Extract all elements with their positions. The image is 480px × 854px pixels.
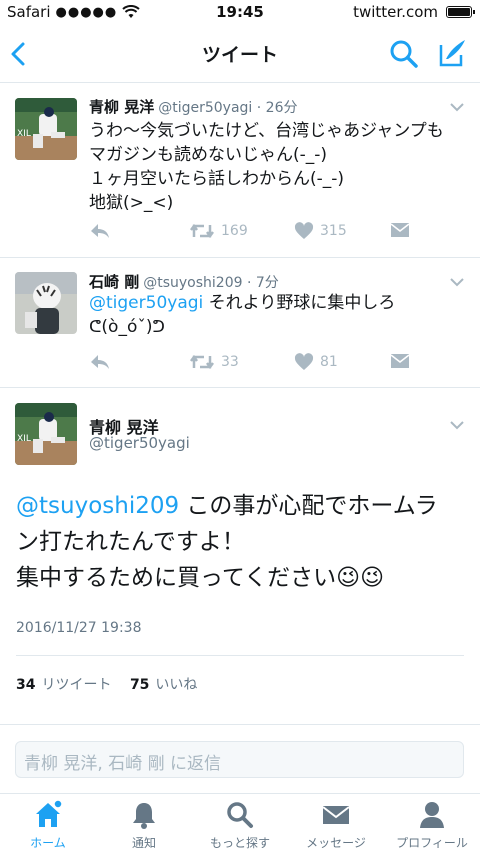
- bell-icon: [133, 803, 155, 829]
- compose-icon[interactable]: [436, 37, 468, 69]
- avatar[interactable]: [15, 272, 77, 334]
- tweet-text-line: マガジンも読めないじゃん(-_-): [89, 145, 328, 165]
- avatar[interactable]: XIL: [15, 403, 77, 465]
- svg-text:XIL: XIL: [17, 129, 31, 139]
- envelope-icon: [390, 354, 410, 368]
- retweet-button[interactable]: 169: [189, 222, 248, 240]
- tab-home[interactable]: ホーム: [0, 800, 96, 851]
- retweet-total[interactable]: 34: [16, 677, 35, 693]
- divider: [16, 655, 464, 656]
- tweet-text-span: それより野球に集中しろ: [203, 293, 396, 313]
- tweet-text-line: うわ〜今気づいたけど、台湾じゃあジャンプも: [89, 121, 444, 141]
- tab-explore[interactable]: もっと探す: [192, 800, 288, 851]
- tweet-text-line: @tsuyoshi209 この事が心配でホームラ: [16, 488, 466, 524]
- tweet-timestamp: 2016/11/27 19:38: [16, 620, 142, 636]
- like-count: 81: [320, 354, 338, 370]
- retweet-icon: [190, 223, 214, 239]
- like-label[interactable]: いいね: [155, 677, 197, 693]
- reply-icon: [91, 224, 109, 238]
- tab-label: 通知: [131, 836, 156, 850]
- tab-messages[interactable]: メッセージ: [288, 800, 384, 851]
- tab-label: メッセージ: [306, 836, 366, 850]
- tweet-text-line: 地獄(>_<): [89, 193, 174, 213]
- envelope-icon: [322, 806, 350, 824]
- like-count: 315: [320, 223, 347, 239]
- tab-label: ホーム: [30, 836, 66, 850]
- tweet-text-line: １ヶ月空いたら話しわからん(-_-): [89, 169, 345, 189]
- dm-button[interactable]: [390, 353, 410, 369]
- tab-notifications[interactable]: 通知: [96, 800, 192, 851]
- tweet-stats: 34 リツイート 75 いいね: [16, 674, 197, 694]
- like-button[interactable]: 81: [294, 353, 338, 371]
- home-icon: [36, 800, 63, 827]
- divider: [0, 724, 480, 725]
- search-icon[interactable]: [388, 38, 420, 70]
- retweet-button[interactable]: 33: [189, 353, 239, 371]
- chevron-down-icon[interactable]: [449, 274, 465, 290]
- heart-icon: [294, 353, 314, 370]
- tweet-author-name[interactable]: 青柳 晃洋: [89, 98, 154, 116]
- reply-button[interactable]: [89, 353, 111, 371]
- tweet-text-span: この事が心配でホームラ: [179, 493, 438, 519]
- tab-label: もっと探す: [209, 836, 270, 850]
- tweet-text-line: 集中するために買ってください😉😉: [16, 565, 385, 591]
- reply-button[interactable]: [89, 222, 111, 240]
- tweet-author-name[interactable]: 石崎 剛: [89, 273, 139, 291]
- like-total[interactable]: 75: [130, 677, 149, 693]
- tweet[interactable]: 石崎 剛 @tsuyoshi209 · 7分 @tiger50yagi それより野…: [0, 258, 480, 388]
- tab-profile[interactable]: プロフィール: [384, 800, 480, 851]
- tweet-text: @tiger50yagi それより野球に集中しろ ᕦ(ò_óˇ)ᕤ: [89, 291, 460, 339]
- chevron-down-icon[interactable]: [449, 417, 465, 433]
- chevron-down-icon[interactable]: [449, 99, 465, 115]
- tweet-author-handle: @tsuyoshi209 · 7分: [143, 275, 279, 291]
- tweet-author-handle: @tiger50yagi · 26分: [158, 100, 298, 116]
- retweet-count: 33: [221, 354, 239, 370]
- person-icon: [420, 802, 444, 828]
- like-button[interactable]: 315: [294, 222, 347, 240]
- search-icon: [227, 802, 253, 828]
- detail-tweet-text: @tsuyoshi209 この事が心配でホームラ ン打たれたんですよ！ 集中する…: [16, 488, 466, 596]
- envelope-icon: [390, 223, 410, 237]
- tweet-text-line: ン打たれたんですよ！: [16, 529, 245, 555]
- battery-icon: [446, 6, 475, 18]
- dm-button[interactable]: [390, 222, 410, 238]
- tab-bar: ホーム 通知 もっと探す メッセージ プロフィール: [0, 793, 480, 854]
- detail-author-handle[interactable]: @tiger50yagi: [89, 434, 190, 452]
- tweet[interactable]: XIL 青柳 晃洋 @tiger50yagi · 26分 うわ〜今気づいたけど、台…: [0, 83, 480, 258]
- nav-bar: ツイート: [0, 26, 480, 83]
- status-bar: Safari ●●●●● 19:45 twitter.com: [0, 0, 480, 26]
- heart-icon: [294, 222, 314, 239]
- avatar[interactable]: XIL: [15, 98, 77, 160]
- tweet-text: うわ〜今気づいたけど、台湾じゃあジャンプも マガジンも読めないじゃん(-_-) …: [89, 119, 460, 215]
- tab-label: プロフィール: [396, 836, 468, 850]
- tweet-text-line: @tiger50yagi それより野球に集中しろ: [89, 291, 460, 315]
- mention-link[interactable]: @tsuyoshi209: [16, 493, 179, 519]
- tweet-text-line: ᕦ(ò_óˇ)ᕤ: [89, 317, 165, 337]
- retweet-count: 169: [221, 223, 248, 239]
- reply-icon: [91, 355, 109, 369]
- svg-text:XIL: XIL: [17, 434, 31, 444]
- mention-link[interactable]: @tiger50yagi: [89, 293, 203, 313]
- reply-input[interactable]: 青柳 晃洋, 石崎 剛 に返信: [15, 741, 464, 778]
- retweet-label[interactable]: リツイート: [41, 677, 111, 693]
- url-label: twitter.com: [353, 3, 438, 21]
- tweet-actions: 169 315: [89, 222, 449, 244]
- retweet-icon: [190, 354, 214, 370]
- tweet-actions: 33 81: [89, 353, 449, 375]
